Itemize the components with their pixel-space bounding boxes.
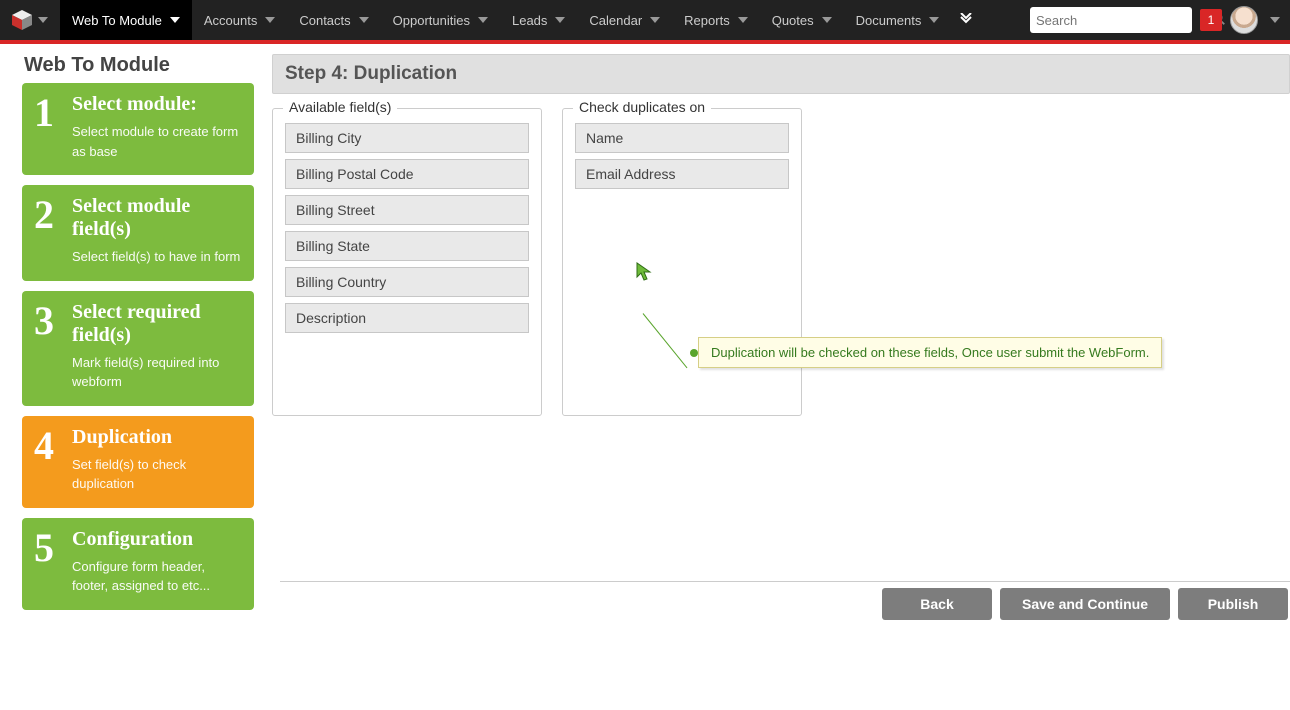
step-title: Duplication [72,426,242,449]
search-input[interactable] [1036,13,1212,28]
nav-label: Quotes [772,13,814,28]
duplicate-field-item[interactable]: Email Address [575,159,789,189]
step-title: Select module: [72,93,242,116]
wizard-step-1[interactable]: 1 Select module: Select module to create… [22,83,254,175]
step-number: 4 [34,426,62,494]
top-navbar: Web To Module Accounts Contacts Opportun… [0,0,1290,40]
topbar-right: 1 [1030,0,1290,40]
caret-down-icon [650,13,660,28]
annotation-endpoint-icon [690,349,698,357]
global-search[interactable] [1030,7,1192,33]
step-number: 5 [34,528,62,596]
nav-label: Opportunities [393,13,470,28]
step-number: 3 [34,301,62,392]
caret-down-icon [738,13,748,28]
duplicate-fields-group: Name Email Address [562,108,802,416]
available-field-item[interactable]: Billing Street [285,195,529,225]
wizard-step-5[interactable]: 5 Configuration Configure form header, f… [22,518,254,610]
nav-quotes[interactable]: Quotes [760,0,844,40]
nav-opportunities[interactable]: Opportunities [381,0,500,40]
available-field-item[interactable]: Description [285,303,529,333]
nav-calendar[interactable]: Calendar [577,0,672,40]
available-fields-group: Billing City Billing Postal Code Billing S… [272,108,542,416]
wizard-step-4[interactable]: 4 Duplication Set field(s) to check dupl… [22,416,254,508]
step-title: Select required field(s) [72,301,242,347]
nav-accounts[interactable]: Accounts [192,0,287,40]
step-subtitle: Select field(s) to have in form [72,247,242,267]
app-logo-zone [0,0,60,40]
wizard-step-2[interactable]: 2 Select module field(s) Select field(s)… [22,185,254,281]
step-title: Select module field(s) [72,195,242,241]
user-avatar[interactable] [1230,6,1258,34]
wizard-sidebar: Web To Module 1 Select module: Select mo… [22,54,254,620]
nav-label: Documents [856,13,922,28]
app-menu-caret-icon[interactable] [34,15,52,25]
annotation-tooltip: Duplication will be checked on these fie… [698,337,1162,368]
wizard-step-3[interactable]: 3 Select required field(s) Mark field(s)… [22,291,254,406]
caret-down-icon [170,13,180,28]
step-subtitle: Select module to create form as base [72,122,242,161]
step-subtitle: Configure form header, footer, assigned … [72,557,242,596]
publish-button[interactable]: Publish [1178,588,1288,620]
nav-web-to-module[interactable]: Web To Module [60,0,192,40]
step-subtitle: Set field(s) to check duplication [72,455,242,494]
step-subtitle: Mark field(s) required into webform [72,353,242,392]
available-field-item[interactable]: Billing Country [285,267,529,297]
nav-leads[interactable]: Leads [500,0,577,40]
page-title: Web To Module [24,54,254,77]
nav-contacts[interactable]: Contacts [287,0,380,40]
wizard-footer: Back Save and Continue Publish [280,581,1290,620]
app-logo-icon [10,8,34,32]
back-button[interactable]: Back [882,588,992,620]
step-number: 2 [34,195,62,267]
duplicate-field-item[interactable]: Name [575,123,789,153]
caret-down-icon [929,13,939,28]
nav-more-icon[interactable] [951,0,981,40]
step-title: Configuration [72,528,242,551]
available-field-item[interactable]: Billing City [285,123,529,153]
save-continue-button[interactable]: Save and Continue [1000,588,1170,620]
nav-label: Reports [684,13,730,28]
available-field-item[interactable]: Billing State [285,231,529,261]
caret-down-icon [555,13,565,28]
caret-down-icon [822,13,832,28]
main-panel: Step 4: Duplication Billing CityBilling … [254,54,1290,620]
step-number: 1 [34,93,62,161]
nav-label: Calendar [589,13,642,28]
nav-label: Web To Module [72,13,162,28]
step-heading: Step 4: Duplication [272,54,1290,94]
available-field-item[interactable]: Billing Postal Code [285,159,529,189]
nav-label: Leads [512,13,547,28]
caret-down-icon [359,13,369,28]
caret-down-icon [478,13,488,28]
caret-down-icon [265,13,275,28]
annotation-cursor-icon [636,262,652,287]
user-menu-caret-icon[interactable] [1266,15,1284,25]
nav-label: Accounts [204,13,257,28]
nav-documents[interactable]: Documents [844,0,952,40]
notification-badge[interactable]: 1 [1200,9,1222,31]
nav-reports[interactable]: Reports [672,0,760,40]
nav-label: Contacts [299,13,350,28]
